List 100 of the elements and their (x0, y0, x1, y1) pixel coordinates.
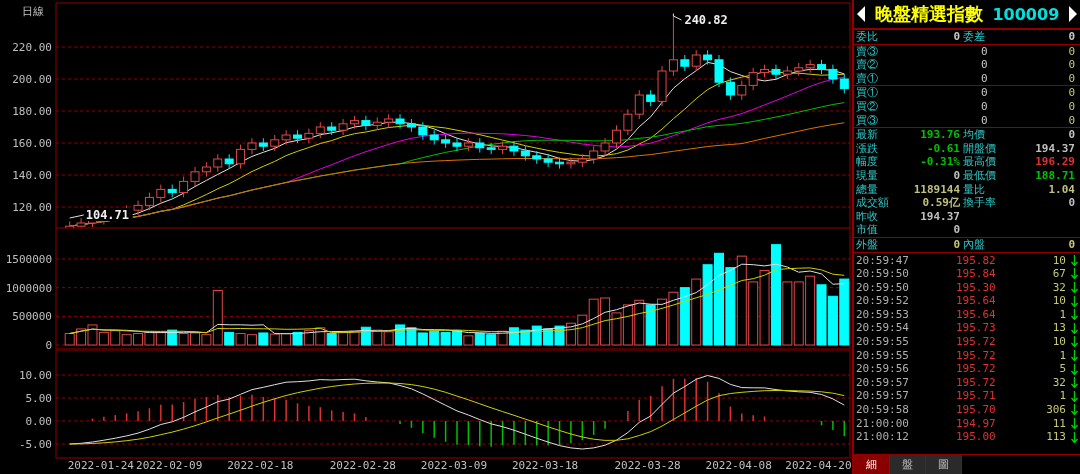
field-label: 委比 (856, 30, 879, 44)
field-value: 0 (1068, 196, 1075, 210)
order-volume: 0 (1068, 71, 1075, 86)
order-price: 0 (980, 58, 988, 72)
trade-volume: 10 (1052, 294, 1066, 308)
down-arrow-icon (1071, 254, 1078, 266)
date-label: 2022-02-09 (136, 459, 203, 472)
trade-time: 20:59:52 (856, 294, 910, 308)
trade-volume: 1 (1059, 307, 1066, 322)
trade-price: 195.82 (955, 253, 996, 268)
trade-price: 195.72 (955, 362, 996, 376)
panel-tab[interactable]: 細 (854, 455, 890, 474)
field-value: 196.29 (1035, 155, 1075, 169)
field-value: -0.61 (926, 141, 960, 156)
axis-label: 0.00 (25, 415, 52, 428)
trade-time: 21:00:00 (856, 416, 910, 431)
date-label: 2022-02-28 (329, 459, 396, 472)
field-label: 外盤 (856, 237, 879, 252)
index-code: 100009 (992, 4, 1060, 24)
date-label: 2022-03-28 (614, 459, 681, 472)
trade-time: 21:00:12 (856, 430, 910, 444)
field-label: 開盤價 (963, 141, 997, 156)
order-price: 0 (980, 99, 988, 114)
order-level-label: 賣② (856, 58, 879, 72)
trade-price: 195.84 (955, 267, 996, 281)
order-level-label: 買① (856, 86, 879, 100)
next-arrow-icon[interactable] (1069, 6, 1077, 22)
field-label: 最低價 (963, 168, 997, 183)
order-level-label: 買② (856, 99, 879, 114)
field-value: 0 (953, 30, 960, 44)
field-label: 量比 (963, 182, 986, 196)
axis-label: 1500000 (5, 253, 52, 266)
order-price: 0 (980, 86, 988, 100)
order-price: 0 (980, 71, 988, 86)
field-value: 194.37 (920, 209, 960, 224)
trade-time: 20:59:56 (856, 362, 910, 376)
trade-time: 20:59:55 (856, 348, 910, 363)
field-value: 188.71 (1035, 168, 1075, 183)
date-label: 2022-02-18 (227, 459, 294, 472)
panel-tab[interactable]: 盤 (890, 455, 926, 474)
field-value: 0 (1068, 237, 1075, 252)
axis-label: 1000000 (5, 281, 52, 295)
field-label: 最新 (856, 128, 879, 142)
field-value: 194.37 (1035, 141, 1075, 156)
trade-price: 195.00 (955, 430, 996, 444)
trade-price: 195.70 (955, 403, 996, 417)
trade-volume: 306 (1046, 403, 1066, 417)
date-label: 2022-03-18 (511, 459, 579, 472)
trade-time: 20:59:57 (856, 389, 910, 404)
previous-arrow-icon[interactable] (857, 6, 865, 22)
order-volume: 0 (1068, 113, 1075, 128)
field-value: 0.59亿 (922, 196, 960, 210)
leader-line (69, 214, 85, 219)
order-volume: 0 (1068, 44, 1075, 59)
field-label: 內盤 (963, 237, 986, 252)
field-label: 幅度 (856, 155, 879, 169)
trade-time: 20:59:50 (856, 267, 910, 281)
axis-label: 200.00 (12, 73, 52, 86)
trade-price: 195.72 (955, 348, 996, 363)
order-level-label: 賣① (856, 71, 879, 86)
trade-volume: 32 (1052, 280, 1066, 295)
field-label: 委差 (963, 30, 986, 44)
field-label: 均價 (963, 128, 986, 142)
date-label: 2022-04-08 (705, 459, 772, 472)
order-volume: 0 (1068, 99, 1075, 114)
trade-price: 195.71 (955, 389, 996, 404)
axis-label: 10.00 (18, 369, 52, 382)
trade-time: 20:59:57 (856, 375, 910, 390)
axis-label: 140.00 (12, 169, 52, 182)
axis-label: 5.00 (25, 392, 52, 405)
down-arrow-icon (1071, 268, 1078, 280)
field-label: 市值 (856, 223, 879, 237)
field-value: -0.31% (920, 155, 960, 169)
period-label: 日線 (22, 5, 44, 18)
date-label: 2022-04-20 (785, 459, 852, 472)
trade-volume: 11 (1052, 416, 1066, 431)
field-value: 0 (953, 223, 960, 237)
field-value: 0 (953, 168, 960, 183)
field-label: 昨收 (856, 209, 879, 224)
trade-time: 20:59:50 (856, 280, 910, 295)
trade-volume: 10 (1052, 335, 1066, 349)
axis-label: 220.00 (12, 41, 52, 54)
axis-label: 180.00 (12, 105, 52, 118)
panel-tab[interactable]: 圖 (926, 455, 962, 474)
down-arrow-icon (1071, 282, 1078, 293)
order-price: 0 (980, 44, 988, 59)
leader-line (672, 13, 682, 21)
axis-label: 120.00 (12, 201, 52, 214)
index-name: 晚盤精選指數 (874, 2, 983, 26)
trade-volume: 5 (1059, 362, 1066, 376)
field-label: 最高價 (963, 155, 997, 169)
order-volume: 0 (1068, 58, 1075, 72)
trade-time: 20:59:54 (856, 321, 910, 336)
field-value: 193.76 (920, 128, 960, 142)
trade-time: 20:59:55 (856, 335, 910, 349)
down-arrow-icon (1071, 363, 1078, 375)
field-value: 0 (953, 237, 960, 252)
field-label: 成交額 (856, 196, 890, 210)
trade-volume: 1 (1059, 389, 1066, 404)
trade-volume: 1 (1059, 348, 1066, 363)
